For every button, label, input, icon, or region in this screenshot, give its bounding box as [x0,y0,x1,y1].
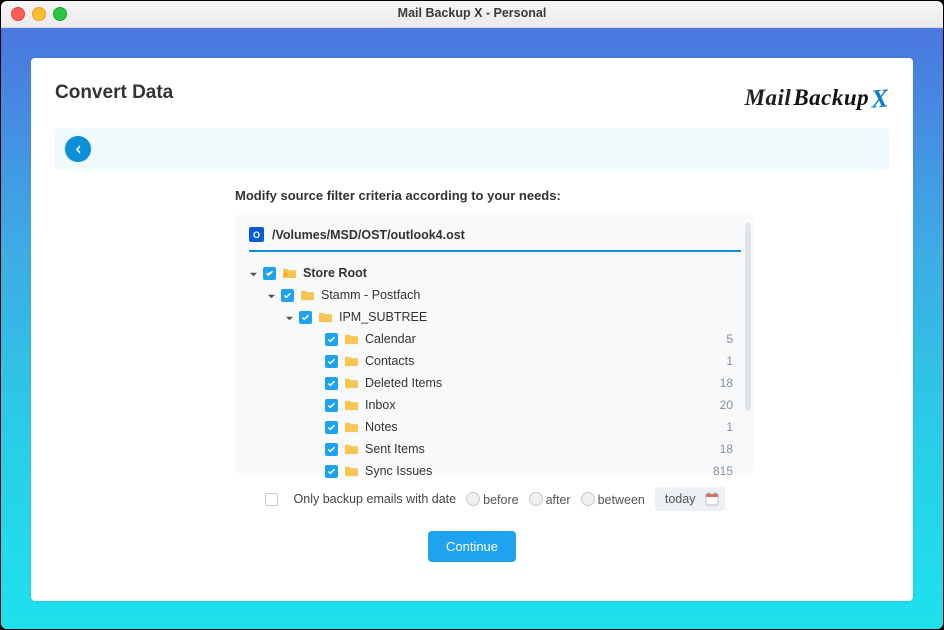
date-filter-option-between[interactable]: between [581,492,645,507]
item-count: 1 [726,354,739,368]
page-title: Convert Data [55,82,173,104]
chevron-down-icon[interactable] [249,268,259,278]
folder-icon [344,465,359,477]
tree-node-label: Contacts [365,354,414,368]
tree-node-sent-items[interactable]: Sent Items 18 [249,438,739,460]
date-filter-option-before[interactable]: before [466,492,518,507]
tree-node-inbox[interactable]: Inbox 20 [249,394,739,416]
tree-node-ipm-subtree[interactable]: IPM_SUBTREE [249,306,739,328]
main-card: Convert Data MailBackup X Modify source … [31,58,913,601]
item-count: 1 [726,420,739,434]
app-window: Mail Backup X - Personal Convert Data Ma… [1,1,943,629]
folder-icon [344,333,359,345]
chevron-down-icon[interactable] [267,290,277,300]
date-filter-checkbox[interactable] [265,493,278,506]
window-title: Mail Backup X - Personal [1,6,943,20]
instruction-text: Modify source filter criteria according … [235,188,889,203]
item-count: 815 [713,464,739,478]
checkbox[interactable] [325,443,338,456]
date-filter-row: Only backup emails with date before afte… [235,487,755,511]
titlebar: Mail Backup X - Personal [1,1,943,28]
source-file-row: O /Volumes/MSD/OST/outlook4.ost [249,227,741,252]
date-filter-option-after[interactable]: after [529,492,571,507]
tree-node-label: Calendar [365,332,416,346]
tree-node-label: Sync Issues [365,464,432,478]
tree-node-notes[interactable]: Notes 1 [249,416,739,438]
tree-node-label: Stamm - Postfach [321,288,420,302]
back-bar [55,128,889,170]
item-count: 5 [726,332,739,346]
folder-icon [344,421,359,433]
radio-icon [529,492,543,506]
outlook-icon: O [249,227,264,242]
radio-icon [581,492,595,506]
continue-button[interactable]: Continue [428,531,516,562]
tree-node-label: Deleted Items [365,376,442,390]
checkbox[interactable] [299,311,312,324]
item-count: 18 [720,442,739,456]
app-logo: MailBackup X [745,82,889,112]
tree-node-label: IPM_SUBTREE [339,310,427,324]
logo-backup: Backup [793,85,869,111]
folder-icon [318,311,333,323]
checkbox[interactable] [325,377,338,390]
checkbox[interactable] [325,333,338,346]
folder-tree-panel: O /Volumes/MSD/OST/outlook4.ost Store Ro… [235,215,755,473]
tree-node-deleted-items[interactable]: Deleted Items 18 [249,372,739,394]
scrollbar[interactable] [745,223,751,411]
tree-node-label: Sent Items [365,442,425,456]
checkbox[interactable] [263,267,276,280]
folder-icon [344,399,359,411]
radio-icon [466,492,480,506]
item-count: 20 [720,398,739,412]
item-count: 18 [720,376,739,390]
folder-icon [344,377,359,389]
logo-mail: Mail [745,85,792,111]
checkbox[interactable] [325,355,338,368]
tree-node-calendar[interactable]: Calendar 5 [249,328,739,350]
tree-node-contacts[interactable]: Contacts 1 [249,350,739,372]
logo-x: X [870,83,890,114]
checkbox[interactable] [281,289,294,302]
date-picker-value: today [665,492,696,506]
checkbox[interactable] [325,421,338,434]
source-file-path: /Volumes/MSD/OST/outlook4.ost [272,228,465,242]
tree-node-label: Notes [365,420,398,434]
chevron-down-icon[interactable] [285,312,295,322]
tree-node-postfach[interactable]: Stamm - Postfach [249,284,739,306]
tree-node-store-root[interactable]: Store Root [249,262,739,284]
folder-icon [344,355,359,367]
window-body: Convert Data MailBackup X Modify source … [1,28,943,629]
tree-node-label: Inbox [365,398,396,412]
checkbox[interactable] [325,399,338,412]
folder-icon [344,443,359,455]
tree-node-sync-issues[interactable]: Sync Issues 815 [249,460,739,482]
calendar-icon [705,492,719,506]
store-root-icon [282,267,297,279]
arrow-left-icon [72,143,85,156]
tree-node-label: Store Root [303,266,367,280]
date-picker[interactable]: today [655,487,726,511]
checkbox[interactable] [325,465,338,478]
folder-tree: Store Root Stamm - Postfach IPM_SUBTREE [249,262,749,482]
back-button[interactable] [65,136,91,162]
folder-icon [300,289,315,301]
date-filter-label: Only backup emails with date [294,492,457,506]
